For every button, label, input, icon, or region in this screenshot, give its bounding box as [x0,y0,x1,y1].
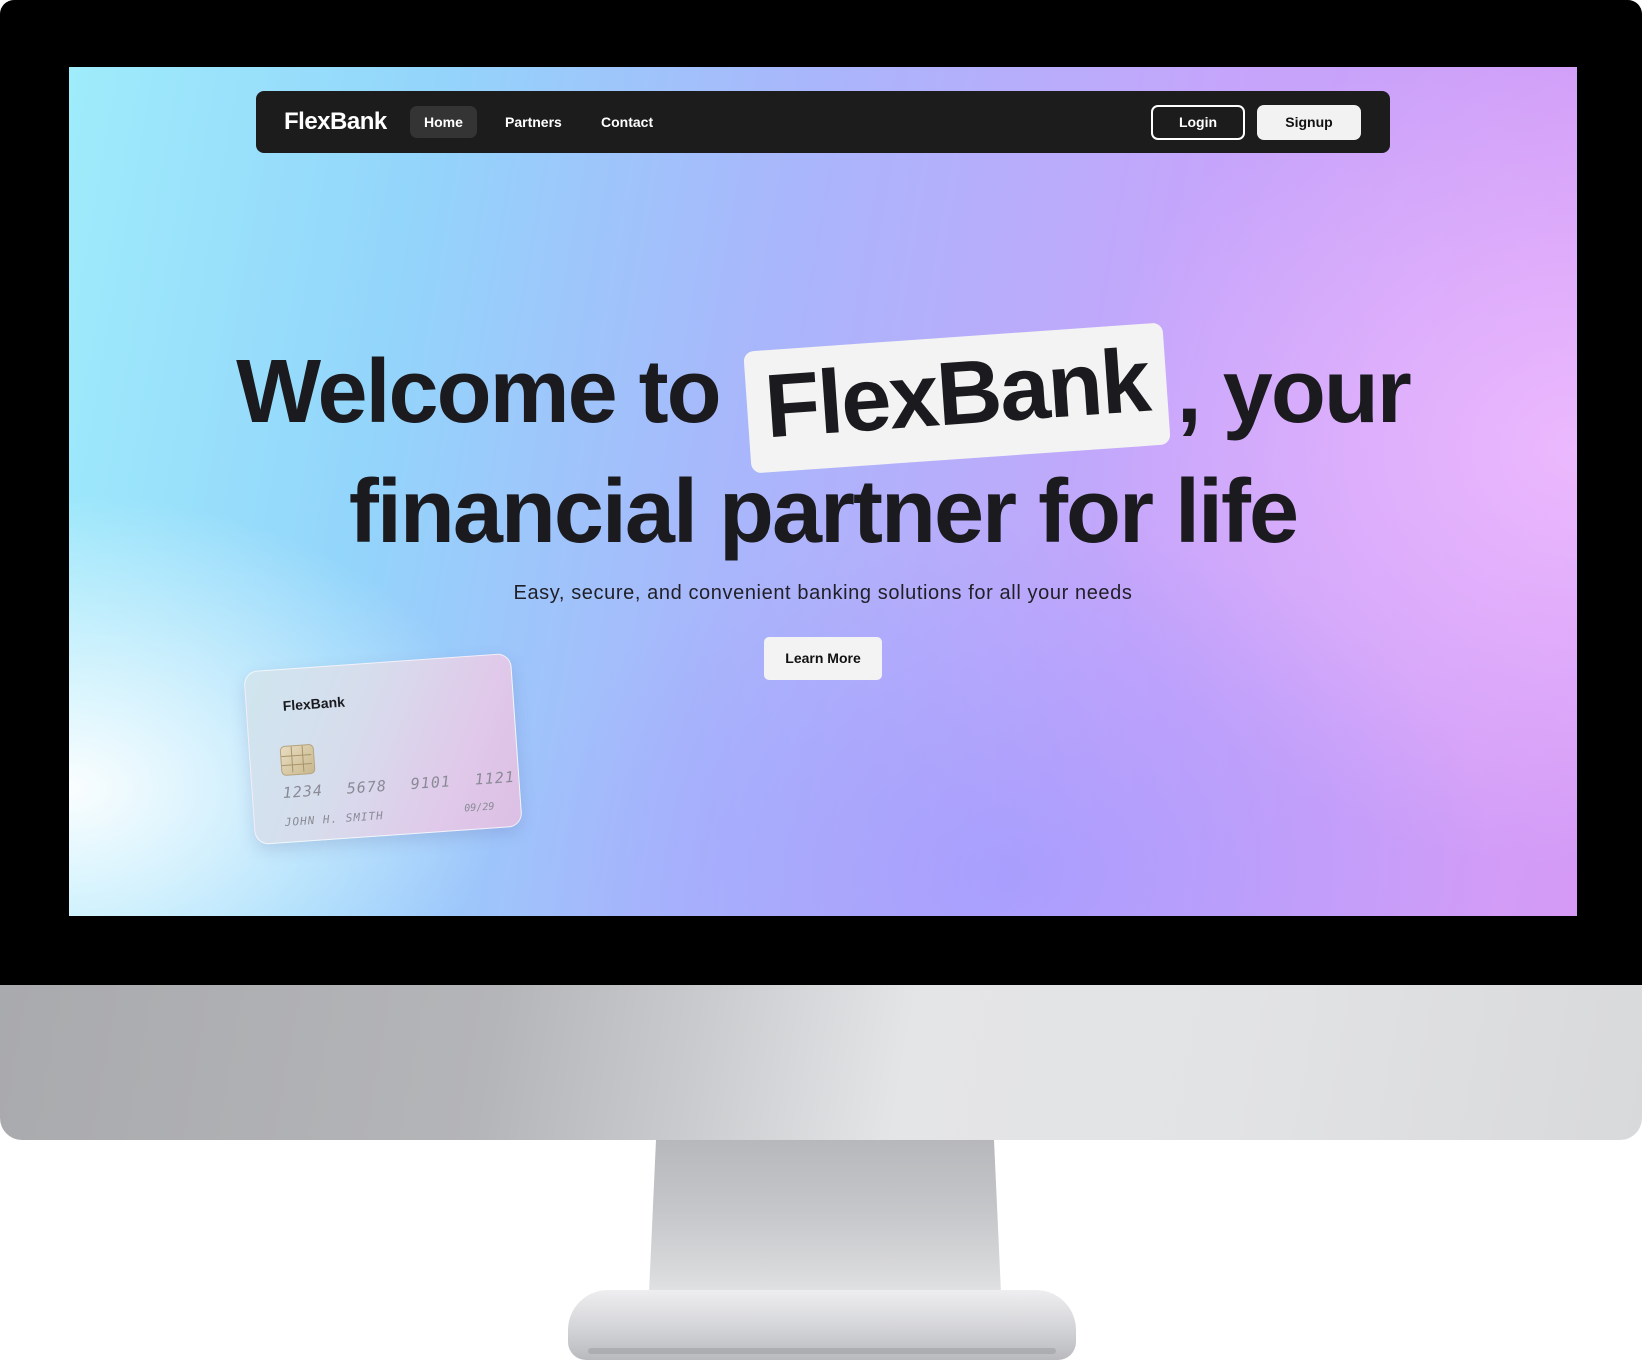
monitor-chin [0,985,1642,1140]
card-brand: FlexBank [282,693,346,714]
chip-icon [279,743,316,777]
hero-subtitle: Easy, secure, and convenient banking sol… [513,582,1133,604]
card-holder: JOHN H. SMITH [284,809,385,830]
card-number: 1234 5678 9101 1121 [282,767,516,803]
hero-heading-line-2: financial partner for life [348,462,1299,562]
hero-heading-suffix: , your [1176,341,1412,442]
hero-highlight-badge: FlexBank [742,322,1171,474]
hero-heading-prefix: Welcome to [236,341,721,442]
navbar: FlexBank Home Partners Contact Login Sig… [256,91,1390,153]
card-expiry: 09/29 [463,801,495,815]
monitor-bezel: FlexBank Home Partners Contact Login Sig… [0,0,1642,985]
screen: FlexBank Home Partners Contact Login Sig… [69,67,1577,916]
credit-card-image: FlexBank 1234 5678 9101 1121 JOHN H. SMI… [243,652,523,846]
brand-logo[interactable]: FlexBank [284,91,387,153]
nav-home[interactable]: Home [410,106,477,138]
monitor-stand-base [568,1290,1076,1360]
hero-heading-line-1: Welcome to FlexBank, your [69,322,1577,474]
monitor-stand-neck [648,1140,1002,1315]
login-button[interactable]: Login [1151,105,1245,140]
nav-contact[interactable]: Contact [587,106,667,138]
signup-button[interactable]: Signup [1257,105,1361,140]
learn-more-button[interactable]: Learn More [764,637,882,680]
nav-partners[interactable]: Partners [491,106,576,138]
